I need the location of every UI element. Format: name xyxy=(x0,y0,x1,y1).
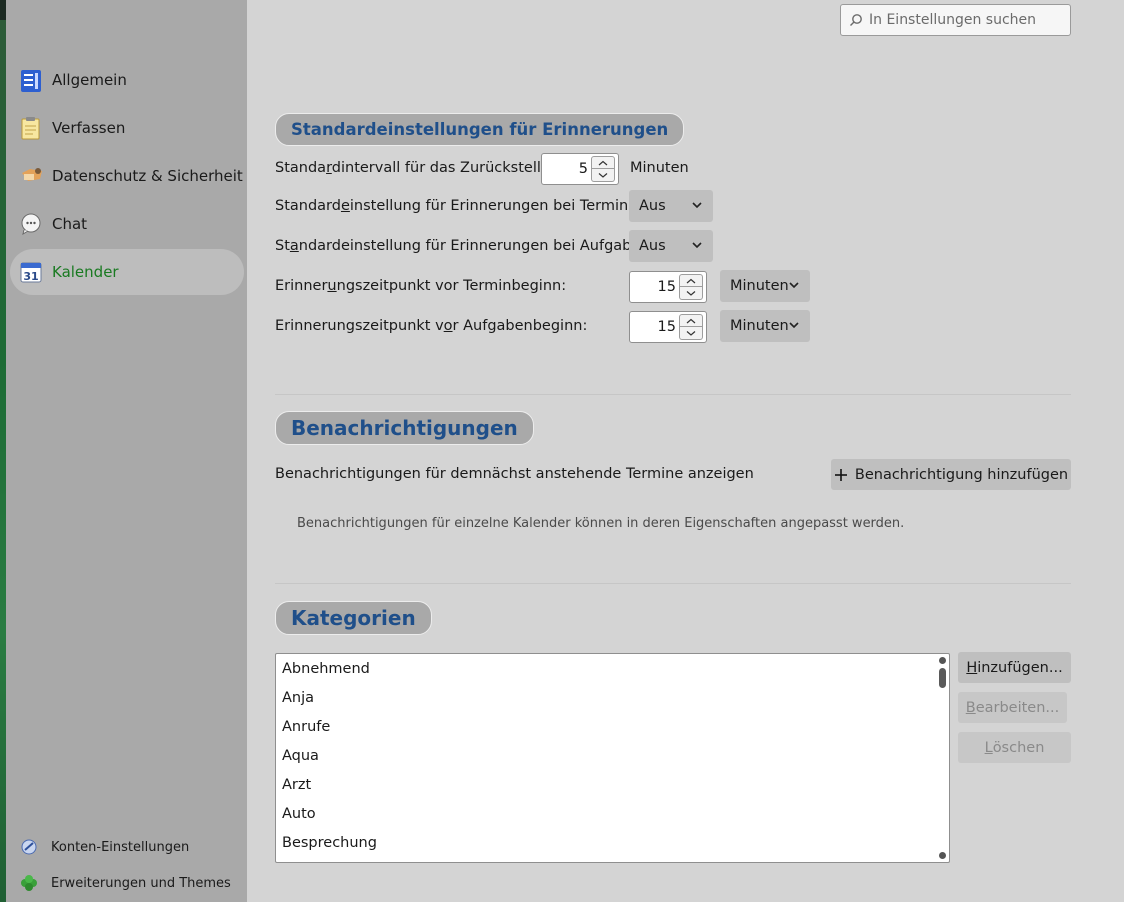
accounts-settings-link[interactable]: Konten-Einstellungen xyxy=(20,838,189,856)
task-reminder-offset-stepper[interactable]: 15 xyxy=(629,311,707,343)
sidebar-item-label: Kalender xyxy=(52,263,119,281)
add-category-label: inzufügen... xyxy=(977,659,1063,676)
snooze-interval-value: 5 xyxy=(578,161,588,177)
sidebar-item-allgemein[interactable]: Allgemein xyxy=(10,57,244,103)
list-item[interactable]: Anrufe xyxy=(276,713,949,742)
privacy-icon xyxy=(20,165,42,187)
puzzle-icon xyxy=(20,874,38,892)
list-item[interactable]: Abnehmend xyxy=(276,655,949,684)
task-reminder-unit-value: Minuten xyxy=(730,318,789,334)
list-item[interactable]: Anja xyxy=(276,684,949,713)
list-item[interactable]: Besprechung xyxy=(276,829,949,858)
sidebar-item-label: Chat xyxy=(52,215,88,233)
settings-search-input[interactable]: In Einstellungen suchen xyxy=(840,4,1071,36)
sidebar-item-kalender[interactable]: 31 Kalender xyxy=(10,249,244,295)
task-reminder-default-select[interactable]: Aus xyxy=(629,230,713,262)
stepper-up-button[interactable] xyxy=(679,314,703,327)
add-category-accesskey: H xyxy=(966,659,978,676)
sidebar-item-datenschutz[interactable]: Datenschutz & Sicherheit xyxy=(10,153,244,199)
event-reminder-default-value: Aus xyxy=(639,198,666,214)
notifications-section-title: Benachrichtigungen xyxy=(275,411,534,445)
add-notification-label: Benachrichtigung hinzufügen xyxy=(854,466,1069,483)
stepper-down-button[interactable] xyxy=(591,169,615,182)
task-reminder-offset-value: 15 xyxy=(657,319,676,335)
section-divider xyxy=(275,394,1071,395)
add-notification-button[interactable]: Benachrichtigung hinzufügen xyxy=(831,459,1071,490)
snooze-unit-label: Minuten xyxy=(630,160,689,176)
snooze-interval-label: Standardintervall für das Zurückstellen: xyxy=(275,160,564,176)
snooze-interval-stepper[interactable]: 5 xyxy=(541,153,619,185)
sidebar-item-verfassen[interactable]: Verfassen xyxy=(10,105,244,151)
reminders-section-title: Standardeinstellungen für Erinnerungen xyxy=(275,113,685,146)
calendar-icon: 31 xyxy=(20,261,42,283)
notifications-description: Benachrichtigungen für demnächst anstehe… xyxy=(275,466,754,482)
edit-category-button[interactable]: Bearbeiten... xyxy=(958,692,1067,723)
svg-text:31: 31 xyxy=(23,270,38,283)
sidebar-item-label: Verfassen xyxy=(52,119,126,137)
sidebar-item-label: Datenschutz & Sicherheit xyxy=(52,167,243,185)
compose-icon xyxy=(20,117,42,140)
list-item[interactable]: Auto xyxy=(276,800,949,829)
event-reminder-offset-value: 15 xyxy=(657,279,676,295)
event-reminder-unit-value: Minuten xyxy=(730,278,789,294)
scrollbar-down-arrow[interactable] xyxy=(939,852,946,859)
scrollbar-thumb[interactable] xyxy=(939,668,946,688)
categories-list[interactable]: Abnehmend Anja Anrufe Aqua Arzt Auto Bes… xyxy=(275,653,950,863)
list-item[interactable]: Arzt xyxy=(276,771,949,800)
addons-themes-label: Erweiterungen und Themes xyxy=(51,875,231,891)
event-reminder-unit-select[interactable]: Minuten xyxy=(720,270,810,302)
task-reminder-unit-select[interactable]: Minuten xyxy=(720,310,810,342)
delete-category-accesskey: L xyxy=(984,739,993,756)
edit-category-label: earbeiten... xyxy=(975,699,1060,716)
delete-category-label: öschen xyxy=(992,739,1045,756)
chevron-down-icon xyxy=(789,322,799,329)
categories-section-title: Kategorien xyxy=(275,601,432,635)
stepper-up-button[interactable] xyxy=(591,156,615,169)
stepper-up-button[interactable] xyxy=(679,274,703,287)
plus-icon xyxy=(834,468,847,481)
chevron-down-icon xyxy=(692,202,702,209)
event-reminder-default-select[interactable]: Aus xyxy=(629,190,713,222)
accounts-icon xyxy=(20,838,38,856)
scrollbar-up-arrow[interactable] xyxy=(939,657,946,664)
chevron-down-icon xyxy=(692,242,702,249)
accounts-settings-label: Konten-Einstellungen xyxy=(51,839,190,855)
sidebar-item-label: Allgemein xyxy=(52,71,127,89)
addons-themes-link[interactable]: Erweiterungen und Themes xyxy=(20,874,231,892)
section-divider xyxy=(275,583,1071,584)
general-icon xyxy=(20,69,42,92)
chat-icon xyxy=(20,213,42,236)
chevron-down-icon xyxy=(789,282,799,289)
search-icon xyxy=(849,13,863,27)
event-reminder-offset-stepper[interactable]: 15 xyxy=(629,271,707,303)
event-reminder-offset-label: Erinnerungszeitpunkt vor Terminbeginn: xyxy=(275,278,567,294)
event-reminder-default-label: Standardeinstellung für Erinnerungen bei… xyxy=(275,198,652,214)
settings-pane: In Einstellungen suchen Standardeinstell… xyxy=(247,0,1124,902)
delete-category-button[interactable]: Löschen xyxy=(958,732,1071,763)
add-category-button[interactable]: Hinzufügen... xyxy=(958,652,1071,683)
task-reminder-default-label: Standardeinstellung für Erinnerungen bei… xyxy=(275,238,655,254)
search-placeholder: In Einstellungen suchen xyxy=(869,12,1037,28)
list-item[interactable]: Aqua xyxy=(276,742,949,771)
task-reminder-default-value: Aus xyxy=(639,238,666,254)
stepper-down-button[interactable] xyxy=(679,287,703,300)
notifications-hint: Benachrichtigungen für einzelne Kalender… xyxy=(297,516,905,531)
task-reminder-offset-label: Erinnerungszeitpunkt vor Aufgabenbeginn: xyxy=(275,318,588,334)
stepper-down-button[interactable] xyxy=(679,327,703,340)
sidebar-item-chat[interactable]: Chat xyxy=(10,201,244,247)
sidebar: Allgemein Verfassen Datenschutz & Sicher… xyxy=(6,0,247,902)
edit-category-accesskey: B xyxy=(965,699,976,716)
